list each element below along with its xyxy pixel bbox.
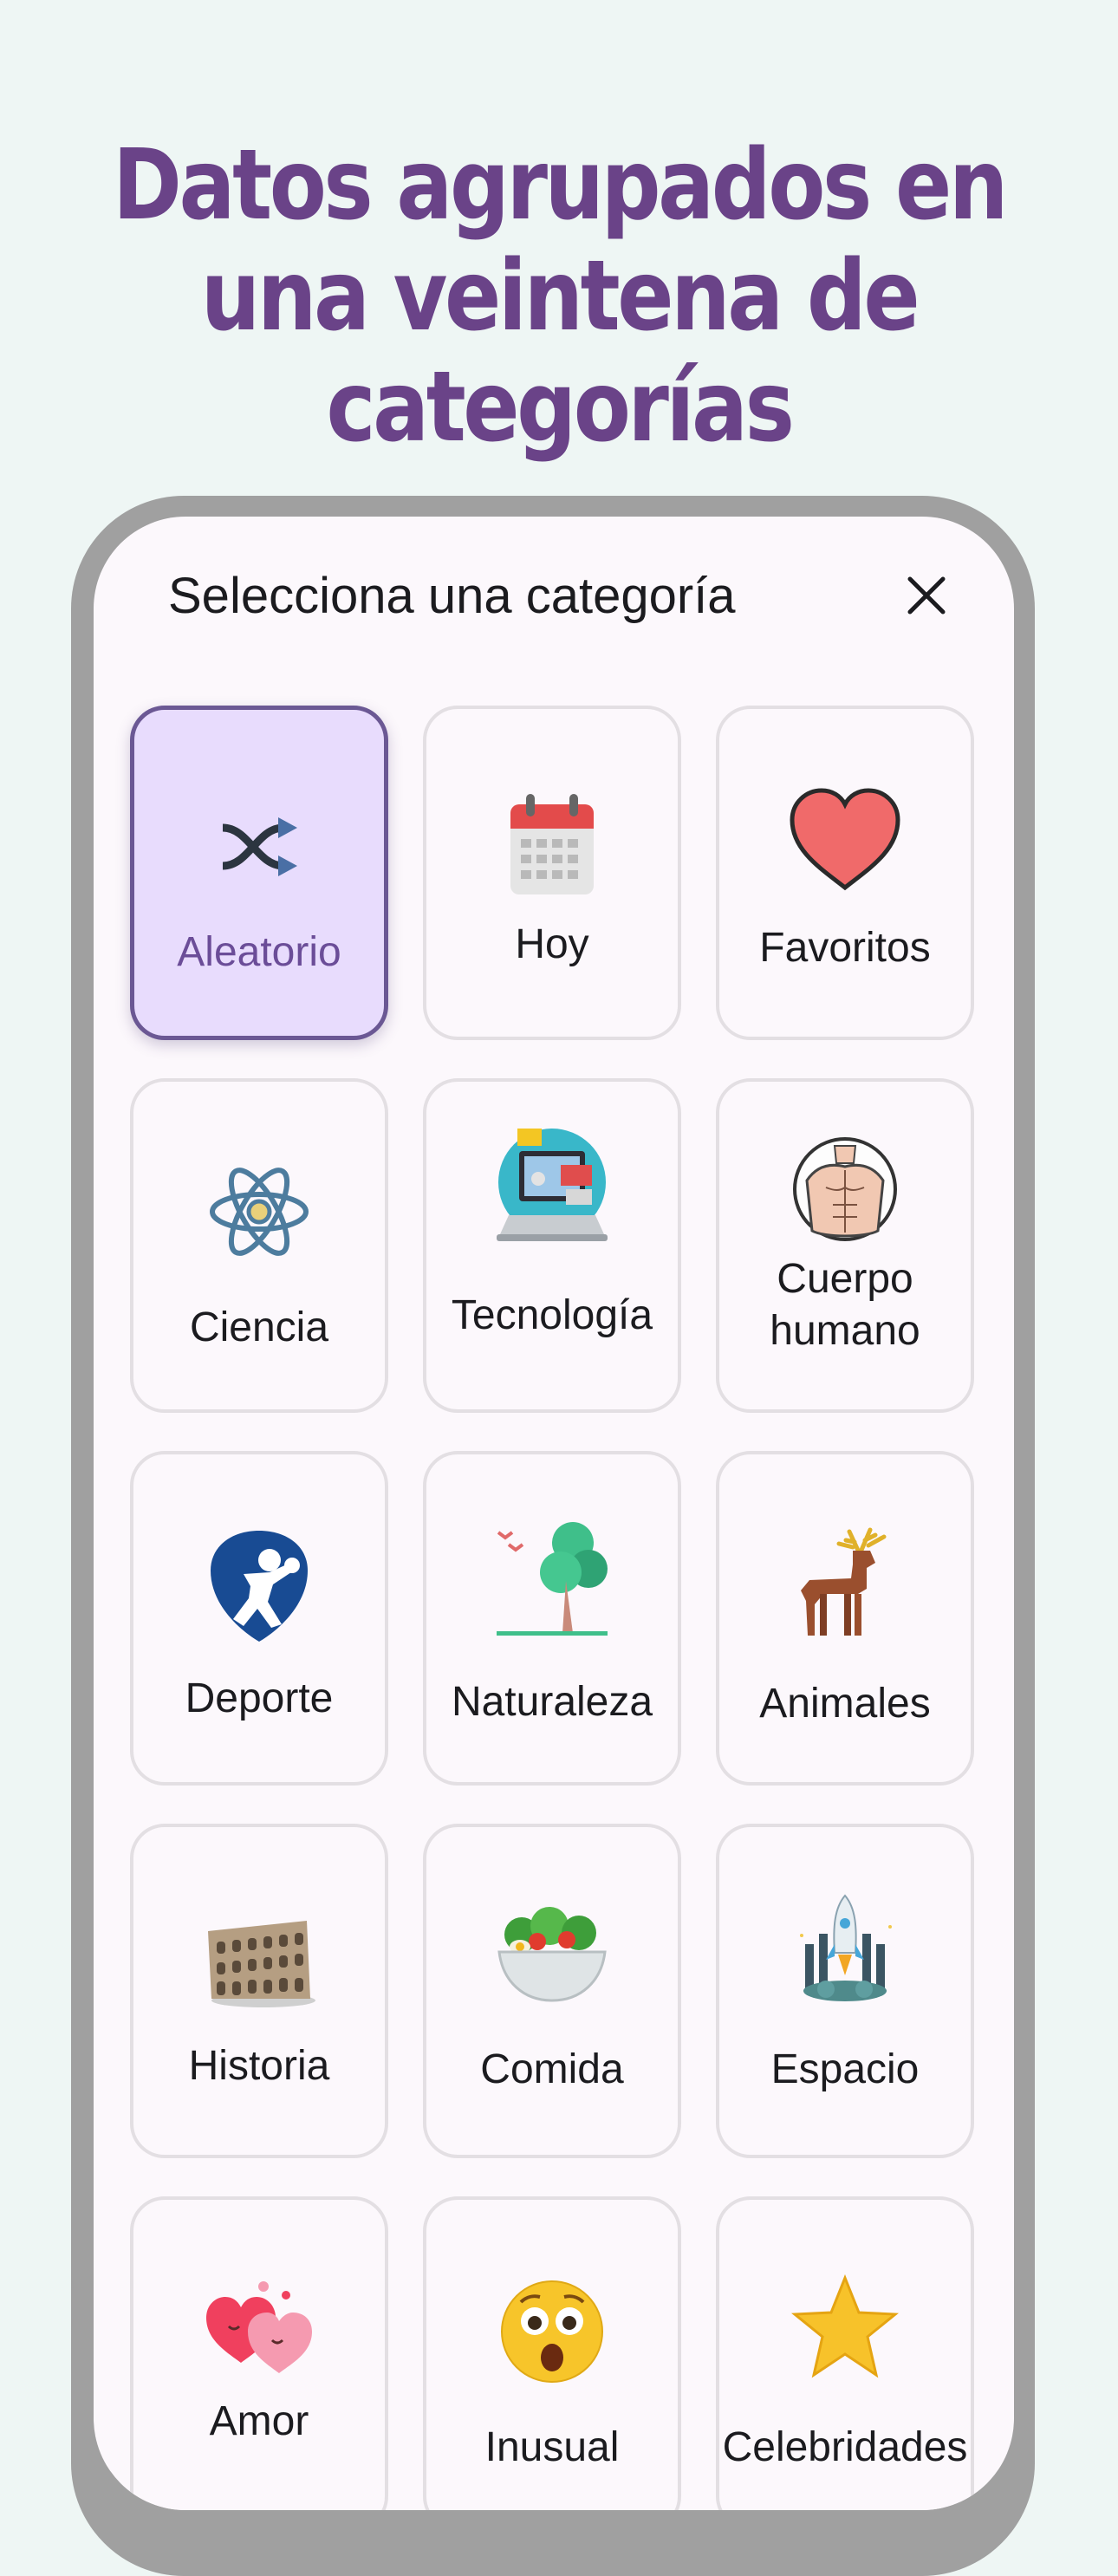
sheet-title: Selecciona una categoría bbox=[168, 568, 736, 624]
headline: Datos agrupados en una veintena de categ… bbox=[78, 130, 1039, 463]
boxing-icon bbox=[198, 1525, 320, 1647]
category-sheet: Selecciona una categoría Aleatorio Hoy F… bbox=[94, 517, 1014, 2510]
tree-icon bbox=[491, 1519, 613, 1640]
headline-line-2: una veintena de bbox=[200, 240, 920, 353]
category-label: Aleatorio bbox=[177, 929, 341, 975]
category-tile-ciencia[interactable]: Ciencia bbox=[130, 1078, 388, 1413]
headline-line-3: categorías bbox=[326, 351, 794, 464]
category-label: Favoritos bbox=[759, 925, 931, 971]
category-tile-tecnologia[interactable]: Tecnología bbox=[423, 1078, 681, 1413]
category-label: Naturaleza bbox=[451, 1679, 653, 1725]
category-label: Deporte bbox=[185, 1675, 334, 1721]
category-tile-favoritos[interactable]: Favoritos bbox=[716, 706, 974, 1040]
star-icon bbox=[784, 2267, 906, 2389]
category-label: Ciencia bbox=[189, 1304, 329, 1350]
salad-icon bbox=[491, 1893, 613, 2014]
category-tile-comida[interactable]: Comida bbox=[423, 1824, 681, 2158]
hearts-icon bbox=[198, 2267, 320, 2389]
category-tile-inusual[interactable]: Inusual bbox=[423, 2196, 681, 2510]
close-button[interactable] bbox=[893, 562, 960, 629]
category-label: Hoy bbox=[515, 921, 589, 967]
category-label: Inusual bbox=[484, 2424, 620, 2470]
category-tile-historia[interactable]: Historia bbox=[130, 1824, 388, 2158]
deer-icon bbox=[784, 1522, 906, 1643]
category-tile-hoy[interactable]: Hoy bbox=[423, 706, 681, 1040]
category-label: Comida bbox=[480, 2046, 624, 2092]
category-tile-deporte[interactable]: Deporte bbox=[130, 1451, 388, 1786]
category-tile-celebridades[interactable]: Celebridades bbox=[716, 2196, 974, 2510]
category-tile-cuerpo-humano[interactable]: Cuerpo humano bbox=[716, 1078, 974, 1413]
calendar-icon bbox=[491, 784, 613, 905]
category-tile-naturaleza[interactable]: Naturaleza bbox=[423, 1451, 681, 1786]
category-tile-espacio[interactable]: Espacio bbox=[716, 1824, 974, 2158]
headline-line-1: Datos agrupados en bbox=[113, 129, 1008, 242]
category-tile-amor[interactable]: Amor bbox=[130, 2196, 388, 2510]
astonished-face-icon bbox=[491, 2271, 613, 2392]
close-icon bbox=[907, 576, 946, 615]
shuffle-icon bbox=[198, 786, 320, 907]
atom-icon bbox=[198, 1151, 320, 1272]
colosseum-icon bbox=[198, 1896, 320, 2018]
category-label: Historia bbox=[188, 2043, 330, 2089]
computer-icon bbox=[491, 1127, 613, 1248]
category-label: Amor bbox=[209, 2398, 309, 2444]
heart-icon bbox=[784, 778, 906, 900]
category-label: Celebridades bbox=[722, 2424, 968, 2470]
category-label: Espacio bbox=[770, 2046, 920, 2092]
rocket-icon bbox=[784, 1888, 906, 2009]
category-label: Animales bbox=[759, 1681, 931, 1727]
category-label-line-2: humano bbox=[770, 1308, 920, 1354]
category-label: Tecnología bbox=[451, 1292, 653, 1338]
category-tile-animales[interactable]: Animales bbox=[716, 1451, 974, 1786]
human-torso-icon bbox=[784, 1129, 906, 1250]
category-label: Cuerpo bbox=[777, 1256, 913, 1302]
category-tile-aleatorio[interactable]: Aleatorio bbox=[130, 706, 388, 1040]
